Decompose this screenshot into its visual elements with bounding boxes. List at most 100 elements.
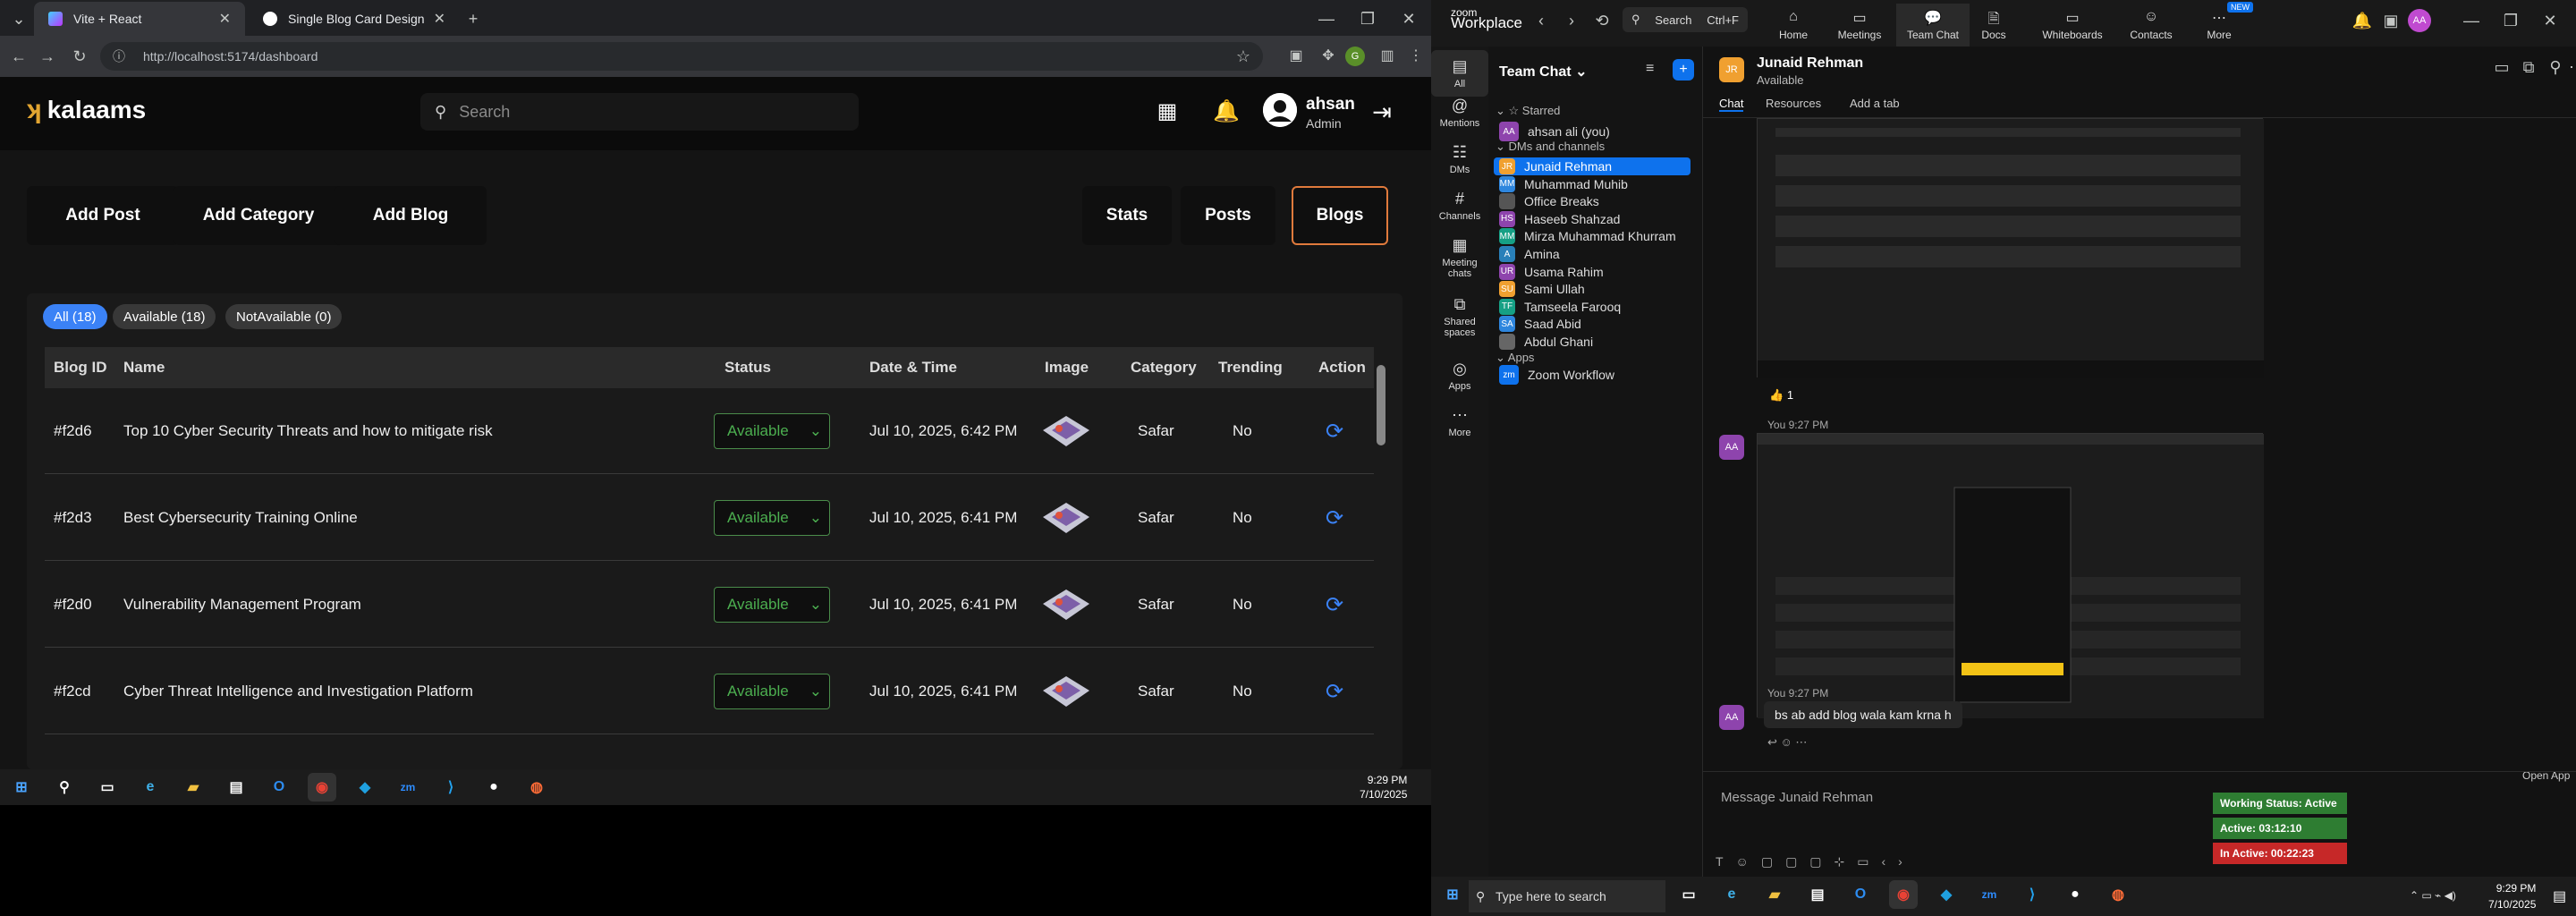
contact-item[interactable]: Abdul Ghani	[1494, 333, 1690, 351]
screen-share-icon[interactable]: ⧉	[2517, 55, 2540, 79]
github-icon[interactable]: ●	[479, 773, 508, 802]
menu-kebab-icon[interactable]: ⋮	[1406, 47, 1426, 66]
shared-screenshot[interactable]	[1757, 118, 2264, 378]
contact-item[interactable]: Office Breaks	[1494, 192, 1690, 210]
bell-icon[interactable]: 🔔	[2351, 9, 2374, 32]
tab-home[interactable]: ⌂ Home	[1757, 4, 1830, 47]
window-close-icon[interactable]: ✕	[2538, 9, 2562, 32]
taskbar-clock[interactable]: 9:29 PM 7/10/2025	[2488, 880, 2536, 912]
forward-icon[interactable]: ›	[1560, 9, 1583, 32]
back-icon[interactable]: ‹	[1530, 9, 1553, 32]
tab-add[interactable]: Add a tab	[1850, 97, 1900, 110]
close-icon[interactable]: ✕	[219, 10, 231, 28]
maximize-icon[interactable]: ❐	[1356, 7, 1379, 30]
chat-contact-name[interactable]: Junaid Rehman	[1757, 55, 1863, 72]
tab-meetings[interactable]: ▭ Meetings	[1823, 4, 1896, 47]
status-select[interactable]: Available ⌄	[714, 674, 830, 709]
notification-icon[interactable]: ▤	[2553, 887, 2566, 905]
rail-channels[interactable]: # Channels	[1431, 190, 1488, 222]
postman-icon[interactable]: ◍	[522, 773, 551, 802]
zoom-search[interactable]: ⚲ Search Ctrl+F	[1623, 7, 1748, 32]
contact-item[interactable]: SU Sami Ullah	[1494, 280, 1690, 298]
forward-icon[interactable]: →	[36, 45, 59, 68]
status-select[interactable]: Available ⌄	[714, 413, 830, 449]
zoom-icon[interactable]: zm	[1975, 880, 2004, 909]
filter-all[interactable]: All (18)	[43, 304, 107, 329]
task-view-icon[interactable]: ▭	[1674, 880, 1703, 909]
add-post-button[interactable]: Add Post	[27, 186, 179, 245]
contact-item[interactable]: SA Saad Abid	[1494, 315, 1690, 333]
blogs-button[interactable]: Blogs	[1292, 186, 1388, 245]
edge-icon[interactable]: e	[1717, 880, 1746, 909]
rail-dms[interactable]: ☷ DMs	[1431, 143, 1488, 175]
edge-icon[interactable]: e	[136, 773, 165, 802]
tab-resources[interactable]: Resources	[1766, 97, 1821, 110]
logout-icon[interactable]: ⇥	[1368, 98, 1395, 125]
rail-apps[interactable]: ◎ Apps	[1431, 360, 1488, 392]
sidebar-icon[interactable]: ▥	[1377, 47, 1397, 66]
windows-start-icon[interactable]: ⊞	[1438, 880, 1467, 909]
tab-docs[interactable]: 🗎 Docs	[1957, 4, 2030, 47]
avatar[interactable]	[1263, 93, 1297, 127]
profile-avatar[interactable]: G	[1345, 47, 1365, 66]
add-category-button[interactable]: Add Category	[174, 186, 343, 245]
extension-icon[interactable]: ▣	[1286, 47, 1306, 66]
tab-single-blog[interactable]: Single Blog Card Design ✕	[249, 2, 460, 36]
history-icon[interactable]: ⟲	[1590, 9, 1614, 32]
message-actions[interactable]: ↩ ☺ ⋯	[1767, 735, 1807, 750]
vscode-icon[interactable]: ⟩	[2018, 880, 2046, 909]
zoom-icon[interactable]: zm	[394, 773, 422, 802]
back-icon[interactable]: ←	[7, 45, 30, 68]
app-icon[interactable]: ◆	[351, 773, 379, 802]
update-icon[interactable]: ⟳	[1326, 649, 1343, 734]
filter-not-available[interactable]: NotAvailable (0)	[225, 304, 343, 329]
reaction-thumbs[interactable]: 👍 1	[1769, 388, 1793, 403]
kalaams-logo[interactable]: ʞ kalaams	[27, 95, 146, 125]
new-chat-button[interactable]: +	[1673, 59, 1694, 81]
contact-item[interactable]: HS Haseeb Shahzad	[1494, 210, 1690, 228]
vscode-icon[interactable]: ⟩	[436, 773, 465, 802]
contact-item[interactable]: A Amina	[1494, 245, 1690, 263]
status-select[interactable]: Available ⌄	[714, 587, 830, 623]
update-icon[interactable]: ⟳	[1326, 388, 1343, 474]
postman-icon[interactable]: ◍	[2104, 880, 2132, 909]
minimize-icon[interactable]: —	[1315, 7, 1338, 30]
address-bar[interactable]: ⓘ http://localhost:5174/dashboard ☆	[100, 42, 1263, 71]
tray-icons[interactable]: ⌃ ▭ ⌁ ◀)	[2410, 889, 2456, 902]
update-icon[interactable]: ⟳	[1326, 475, 1343, 561]
panel-icon[interactable]: ▣	[2379, 9, 2402, 32]
new-tab-icon[interactable]: +	[462, 7, 485, 30]
status-select[interactable]: Available ⌄	[714, 500, 830, 536]
add-blog-button[interactable]: Add Blog	[335, 186, 487, 245]
video-icon[interactable]: ▭	[2490, 55, 2513, 79]
posts-button[interactable]: Posts	[1181, 186, 1275, 245]
rail-all[interactable]: ▤ All	[1431, 50, 1488, 97]
chrome-icon[interactable]: ◉	[308, 773, 336, 802]
maximize-icon[interactable]: ❐	[2499, 9, 2522, 32]
contact-item[interactable]: MM Muhammad Muhib	[1494, 175, 1690, 193]
filter-available[interactable]: Available (18)	[113, 304, 216, 329]
message-bubble[interactable]: bs ab add blog wala kam krna h	[1764, 701, 1962, 728]
github-icon[interactable]: ●	[2061, 880, 2089, 909]
chrome-icon[interactable]: ◉	[1889, 880, 1918, 909]
filter-icon[interactable]: ≡	[1646, 61, 1654, 77]
scrollbar-thumb[interactable]	[1377, 365, 1385, 445]
store-icon[interactable]: ▤	[1803, 880, 1832, 909]
contact-item[interactable]: MM Mirza Muhammad Khurram	[1494, 227, 1690, 245]
taskbar-search-icon[interactable]: ⚲	[50, 773, 79, 802]
tab-chat[interactable]: Chat	[1719, 97, 1744, 112]
app-item-zoom-workflow[interactable]: zm Zoom Workflow	[1494, 361, 1690, 388]
outlook-icon[interactable]: O	[265, 773, 293, 802]
task-view-icon[interactable]: ▭	[93, 773, 122, 802]
section-dms[interactable]: ⌄ DMs and channels	[1496, 140, 1605, 154]
windows-start-icon[interactable]: ⊞	[7, 773, 36, 802]
stats-button[interactable]: Stats	[1082, 186, 1172, 245]
contact-item[interactable]: UR Usama Rahim	[1494, 263, 1690, 281]
contact-item[interactable]: JR Junaid Rehman	[1494, 157, 1690, 175]
update-icon[interactable]: ⟳	[1326, 562, 1343, 648]
tab-whiteboards[interactable]: ▭ Whiteboards	[2036, 4, 2109, 47]
tab-search-icon[interactable]: ⌄	[7, 7, 30, 30]
file-explorer-icon[interactable]: ▰	[1760, 880, 1789, 909]
app-icon[interactable]: ◆	[1932, 880, 1961, 909]
outlook-icon[interactable]: O	[1846, 880, 1875, 909]
